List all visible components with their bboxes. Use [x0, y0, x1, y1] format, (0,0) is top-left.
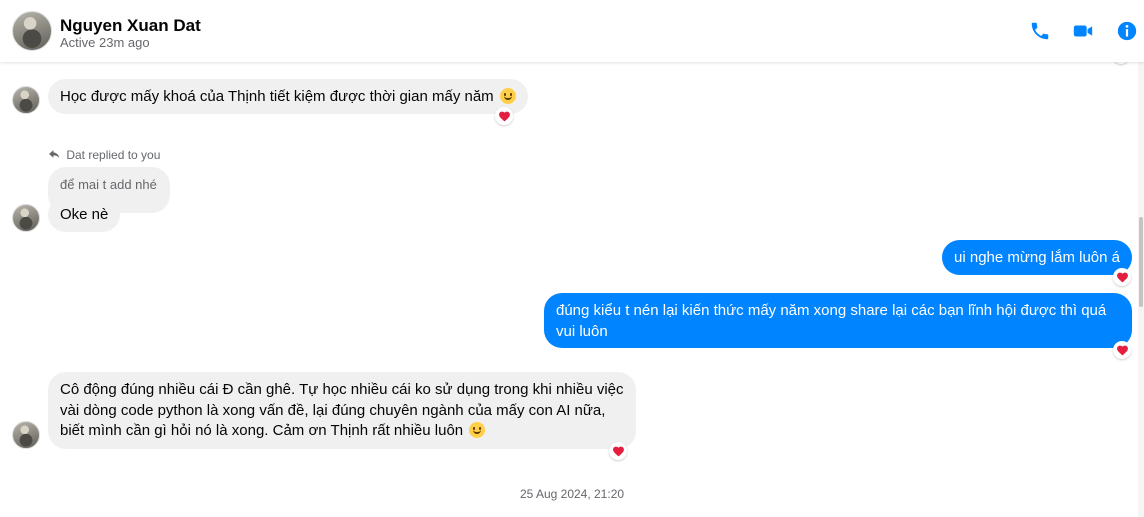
message-text-line: biết mình cần gì hỏi nó là xong. Cảm ơn …	[60, 422, 464, 439]
reply-arrow-icon	[49, 150, 60, 159]
message-text-line: Cô động đúng nhiều cái Đ cần ghê. Tự học…	[60, 381, 624, 398]
message-text-line: đúng kiểu t nén lại kiến thức mấy năm xo…	[556, 302, 1107, 319]
message-text-line: vài dòng code python là xong vấn đề, lại…	[60, 401, 606, 419]
contact-status: Active 23m ago	[60, 35, 150, 50]
message-bubble[interactable]: Cô động đúng nhiều cái Đ cần ghê. Tự học…	[48, 372, 636, 449]
scrollbar-track[interactable]	[1138, 62, 1144, 517]
heart-reaction[interactable]	[609, 442, 627, 460]
info-icon[interactable]	[1116, 20, 1138, 42]
heart-icon	[498, 111, 510, 122]
reply-indicator: Dat replied to you	[48, 148, 160, 162]
heart-icon	[612, 446, 624, 457]
message-bubble[interactable]: ui nghe mừng lắm luôn á	[942, 240, 1132, 275]
heart-reaction[interactable]	[1113, 341, 1131, 359]
smiley-emoji-icon	[499, 88, 516, 104]
message-bubble[interactable]: Học được mấy khoá của Thịnh tiết kiệm đư…	[48, 79, 528, 114]
phone-icon[interactable]	[1029, 20, 1051, 42]
message-text: Oke nè	[60, 206, 109, 223]
reply-label: Dat replied to you	[66, 148, 161, 162]
contact-avatar[interactable]	[12, 11, 52, 51]
heart-reaction[interactable]	[495, 107, 513, 125]
message-text-line: vui luôn	[556, 322, 608, 340]
quoted-text: để mai t add nhé	[60, 177, 157, 192]
video-call-icon[interactable]	[1072, 20, 1094, 42]
message-bubble[interactable]: Oke nè	[48, 197, 121, 232]
sender-avatar	[12, 86, 40, 114]
timestamp-divider: 25 Aug 2024, 21:20	[519, 487, 625, 501]
message-bubble[interactable]: đúng kiểu t nén lại kiến thức mấy năm xo…	[544, 293, 1132, 348]
heart-reaction[interactable]	[1113, 268, 1131, 286]
sender-avatar	[12, 421, 40, 449]
smiley-emoji-icon	[469, 422, 486, 438]
heart-icon	[1116, 272, 1128, 283]
chat-header: Nguyen Xuan Dat Active 23m ago	[0, 0, 1144, 62]
contact-name[interactable]: Nguyen Xuan Dat	[60, 16, 201, 36]
scrollbar-thumb[interactable]	[1139, 217, 1143, 307]
sender-avatar	[12, 204, 40, 232]
message-text: Học được mấy khoá của Thịnh tiết kiệm đư…	[60, 88, 494, 105]
heart-icon	[1116, 345, 1128, 356]
message-text: ui nghe mừng lắm luôn á	[954, 249, 1120, 266]
